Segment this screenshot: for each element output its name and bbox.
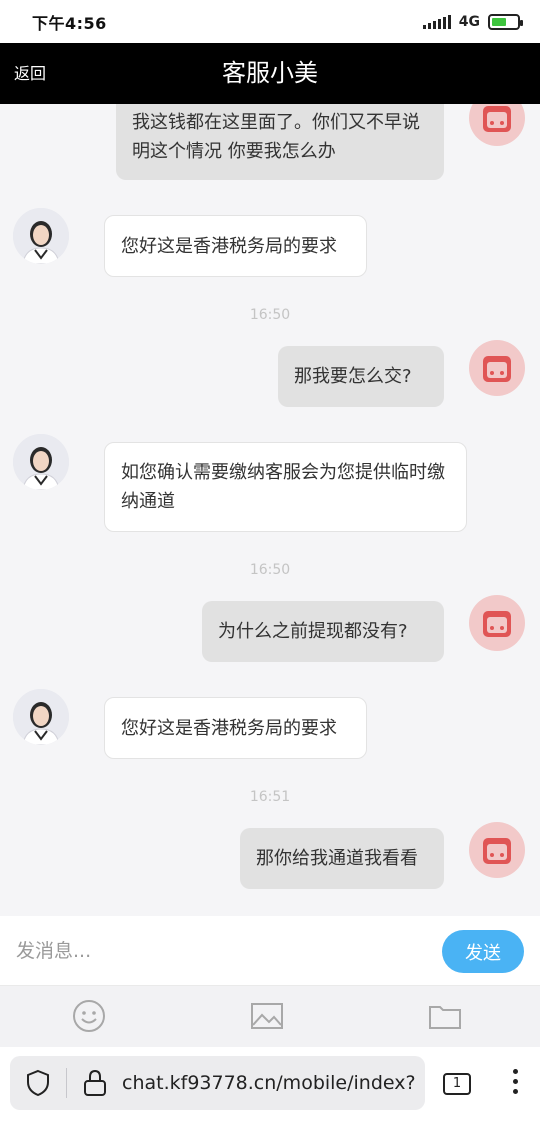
user-message-bubble: 为什么之前提现都没有? [202, 601, 444, 662]
message-timestamp: 16:50 [249, 307, 291, 323]
agent-avatar [13, 434, 69, 490]
user-avatar-icon [483, 838, 511, 864]
agent-avatar [13, 689, 69, 745]
image-icon[interactable] [250, 999, 284, 1033]
url-text: chat.kf93778.cn/mobile/index? [122, 1072, 416, 1094]
user-avatar [469, 595, 525, 651]
user-avatar-icon [483, 356, 511, 382]
more-menu-icon[interactable] [508, 1069, 522, 1099]
message-text: 为什么之前提现都没有? [218, 621, 408, 642]
network-label: 4G [458, 13, 480, 30]
user-message-bubble: 我这钱都在这里面了。你们又不早说明这个情况 你要我怎么办 [116, 104, 444, 180]
status-bar: 下午4:56 4G [0, 0, 540, 43]
address-divider [66, 1068, 67, 1098]
chat-messages[interactable]: 我这钱都在这里面了。你们又不早说明这个情况 你要我怎么办 您好这是香港税务局的要… [0, 104, 540, 916]
agent-avatar [13, 208, 69, 264]
page-title: 客服小美 [222, 59, 318, 87]
user-avatar-icon [483, 106, 511, 132]
user-message-bubble: 那你给我通道我看看 [240, 828, 444, 889]
agent-message-bubble: 您好这是香港税务局的要求 [104, 215, 367, 277]
user-message-bubble: 那我要怎么交? [278, 346, 444, 407]
shield-icon[interactable] [24, 1069, 52, 1097]
user-avatar [469, 340, 525, 396]
message-timestamp: 16:50 [249, 562, 291, 578]
folder-icon[interactable] [428, 999, 462, 1033]
message-text: 那我要怎么交? [294, 366, 412, 387]
agent-message-bubble: 您好这是香港税务局的要求 [104, 697, 367, 759]
user-avatar [469, 104, 525, 146]
agent-avatar-icon [13, 208, 69, 264]
attachment-toolbar [0, 985, 540, 1047]
agent-avatar-icon [13, 434, 69, 490]
battery-icon [488, 13, 523, 30]
message-text: 如您确认需要缴纳客服会为您提供临时缴纳通道 [121, 462, 445, 512]
address-bar[interactable]: chat.kf93778.cn/mobile/index? [10, 1056, 425, 1110]
emoji-icon[interactable] [72, 999, 106, 1033]
message-text: 我这钱都在这里面了。你们又不早说明这个情况 你要我怎么办 [132, 112, 420, 162]
message-text: 您好这是香港税务局的要求 [121, 236, 337, 257]
signal-icon [422, 14, 451, 29]
send-button[interactable]: 发送 [442, 930, 524, 973]
agent-message-bubble: 如您确认需要缴纳客服会为您提供临时缴纳通道 [104, 442, 467, 532]
tabs-button[interactable]: 1 [443, 1073, 471, 1095]
agent-avatar-icon [13, 689, 69, 745]
message-input-bar: 发送 [0, 916, 540, 985]
message-timestamp: 16:51 [249, 789, 291, 805]
status-time: 下午4:56 [32, 13, 107, 33]
user-avatar [469, 822, 525, 878]
message-input[interactable] [16, 930, 426, 972]
lock-icon [84, 1069, 106, 1096]
status-indicators: 4G [422, 13, 523, 30]
user-avatar-icon [483, 611, 511, 637]
message-text: 您好这是香港税务局的要求 [121, 718, 337, 739]
message-text: 那你给我通道我看看 [256, 848, 418, 869]
chat-header: 返回 客服小美 [0, 43, 540, 104]
browser-bar: chat.kf93778.cn/mobile/index? 1 [0, 1047, 540, 1122]
